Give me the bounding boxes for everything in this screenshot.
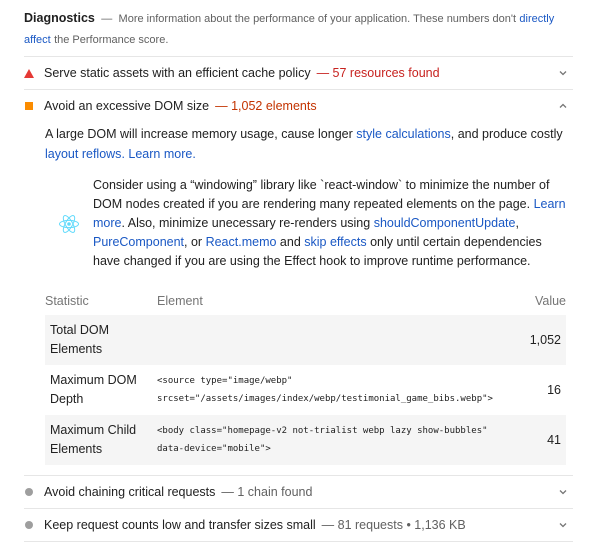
value-cell: 41: [547, 433, 561, 447]
chevron-down-icon[interactable]: [557, 519, 569, 531]
chevron-down-icon[interactable]: [557, 486, 569, 498]
audit-display-value: — 57 resources found: [316, 66, 440, 80]
element-snippet-line: srcset="/assets/images/index/webp/testim…: [157, 394, 493, 404]
element-snippet-line: <body class="homepage-v2 not-trialist we…: [157, 426, 488, 436]
table-row: Total DOM Elements 1,052: [45, 315, 566, 365]
chevron-up-icon[interactable]: [557, 100, 569, 112]
statistic-cell: Maximum DOM Depth: [50, 373, 137, 406]
header-dash: —: [101, 13, 113, 25]
average-square-icon: [24, 102, 44, 110]
value-cell: 16: [547, 383, 561, 397]
stack-pack-description: Consider using a “windowing” library lik…: [93, 176, 569, 271]
description-end: .: [192, 147, 196, 161]
element-snippet-line: data-device="mobile">: [157, 444, 271, 454]
stack-text: ,: [515, 216, 519, 230]
audit-critical-request-chains: Avoid chaining critical requests — 1 cha…: [24, 475, 573, 508]
learn-more-link[interactable]: Learn more: [128, 147, 192, 161]
pure-component-link[interactable]: PureComponent: [93, 235, 184, 249]
description-separator: .: [121, 147, 125, 161]
audit-description: A large DOM will increase memory usage, …: [45, 124, 573, 164]
audit-title: Serve static assets with an efficient ca…: [44, 66, 311, 80]
audit-cache-policy: Serve static assets with an efficient ca…: [24, 56, 573, 89]
audit-resource-summary: Keep request counts low and transfer siz…: [24, 508, 573, 542]
element-cell: <source type="image/webp" srcset="/asset…: [157, 365, 506, 415]
audit-critical-request-chains-summary[interactable]: Avoid chaining critical requests — 1 cha…: [24, 476, 573, 508]
fail-triangle-icon: [24, 68, 44, 78]
skip-effects-link[interactable]: skip effects: [304, 235, 366, 249]
element-cell: <body class="homepage-v2 not-trialist we…: [157, 415, 506, 465]
table-header-row: Statistic Element Value: [45, 287, 566, 315]
audit-title: Avoid an excessive DOM size: [44, 99, 210, 113]
column-header-value: Value: [534, 294, 566, 308]
diagnostics-description-end: the Performance score.: [54, 34, 169, 46]
diagnostics-section: Diagnostics — More information about the…: [0, 0, 597, 545]
audit-dom-size-summary[interactable]: Avoid an excessive DOM size — 1,052 elem…: [24, 90, 573, 122]
dom-size-table: Statistic Element Value Total DOM Elemen…: [45, 287, 566, 465]
element-snippet-line: <source type="image/webp": [157, 376, 293, 386]
informative-circle-icon: [24, 488, 44, 496]
audit-dom-size-details: A large DOM will increase memory usage, …: [24, 124, 573, 475]
description-text: A large DOM will increase memory usage, …: [45, 127, 353, 141]
column-header-element: Element: [157, 294, 203, 308]
table-row: Maximum DOM Depth <source type="image/we…: [45, 365, 566, 415]
diagnostics-title: Diagnostics: [24, 11, 95, 25]
stack-pack-react: Consider using a “windowing” library lik…: [45, 176, 573, 271]
layout-reflows-link[interactable]: layout reflows: [45, 147, 121, 161]
audit-cache-policy-summary[interactable]: Serve static assets with an efficient ca…: [24, 57, 573, 89]
stack-text: , or: [184, 235, 203, 249]
informative-circle-icon: [24, 521, 44, 529]
diagnostics-description: More information about the performance o…: [118, 13, 517, 25]
diagnostics-header: Diagnostics — More information about the…: [24, 8, 573, 50]
description-text: , and produce costly: [450, 127, 563, 141]
audit-dom-size: Avoid an excessive DOM size — 1,052 elem…: [24, 89, 573, 475]
table-row: Maximum Child Elements <body class="home…: [45, 415, 566, 465]
audit-display-value: — 1 chain found: [221, 485, 313, 499]
chevron-down-icon[interactable]: [557, 67, 569, 79]
statistic-cell: Total DOM Elements: [50, 323, 110, 356]
audit-display-value: — 1,052 elements: [215, 99, 317, 113]
audit-display-value: — 81 requests • 1,136 KB: [321, 518, 466, 532]
value-cell: 1,052: [529, 333, 561, 347]
audit-title: Avoid chaining critical requests: [44, 485, 216, 499]
stack-text: . Also, minimize unecessary re-renders u…: [121, 216, 371, 230]
react-icon: [45, 213, 93, 235]
stack-text: and: [279, 235, 301, 249]
should-component-update-link[interactable]: shouldComponentUpdate: [374, 216, 516, 230]
column-header-statistic: Statistic: [45, 294, 89, 308]
style-calculations-link[interactable]: style calculations: [356, 127, 451, 141]
element-cell: [157, 315, 506, 365]
statistic-cell: Maximum Child Elements: [50, 423, 137, 456]
react-memo-link[interactable]: React.memo: [206, 235, 277, 249]
audit-resource-summary-summary[interactable]: Keep request counts low and transfer siz…: [24, 509, 573, 541]
audit-title: Keep request counts low and transfer siz…: [44, 518, 316, 532]
stack-text: Consider using a “windowing” library lik…: [93, 178, 550, 211]
